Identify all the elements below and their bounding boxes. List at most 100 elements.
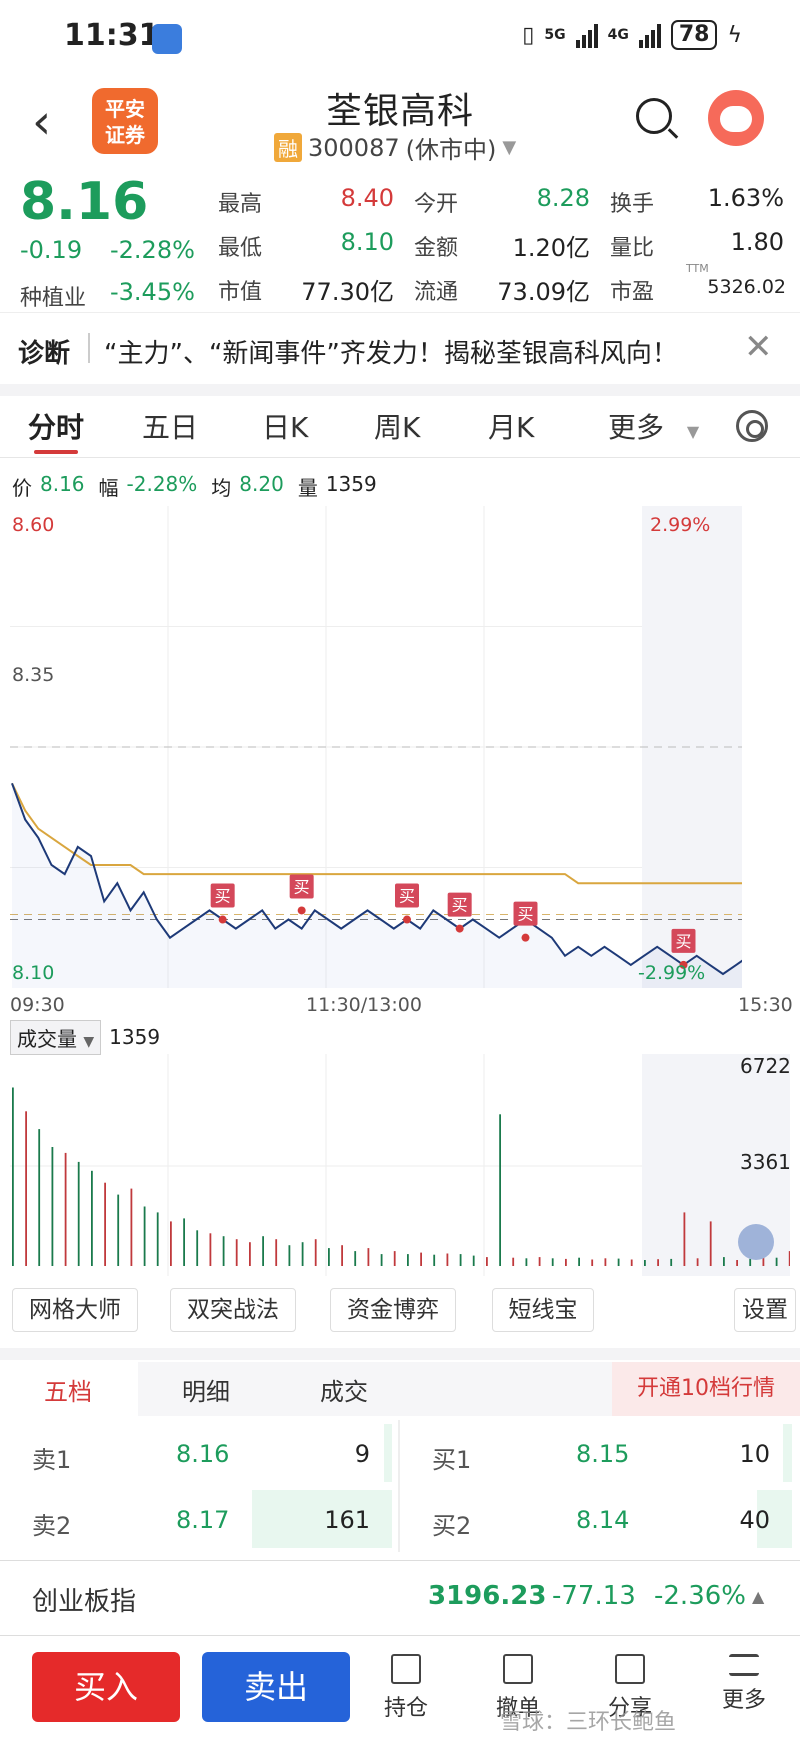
float-label: 流通 bbox=[414, 280, 459, 305]
volume-bar bbox=[156, 1212, 159, 1266]
volume-bar bbox=[709, 1221, 712, 1266]
sector-name[interactable]: 种植业 bbox=[20, 280, 86, 312]
current-price: 8.16 bbox=[20, 172, 149, 232]
volume-bar bbox=[459, 1254, 462, 1266]
y-label-bottom: 8.10 bbox=[12, 962, 55, 984]
volume-bar bbox=[51, 1147, 54, 1266]
more-button[interactable]: 更多 bbox=[704, 1654, 784, 1714]
tab-daily-k[interactable]: 日K bbox=[262, 406, 308, 446]
volume-bar bbox=[328, 1248, 330, 1266]
volume-bar bbox=[670, 1258, 673, 1266]
info-vol-label: 量 bbox=[297, 476, 318, 500]
tab-weekly-k[interactable]: 周K bbox=[374, 406, 420, 446]
volume-bar bbox=[723, 1257, 725, 1266]
tool-grid-master-button[interactable]: 网格大师 bbox=[12, 1288, 138, 1332]
cancel-order-icon bbox=[503, 1654, 533, 1684]
more-label: 更多 bbox=[721, 1688, 766, 1713]
buy-marker-dot bbox=[521, 933, 530, 942]
pe-value: 5326.02 bbox=[707, 276, 786, 298]
active-tab-indicator bbox=[34, 450, 78, 454]
gear-icon[interactable] bbox=[736, 410, 768, 442]
volume-bar bbox=[367, 1248, 370, 1266]
open-value: 8.28 bbox=[536, 184, 590, 212]
stock-code-line[interactable]: 融 300087 (休市中) ▼ bbox=[274, 130, 516, 165]
amount-value: 1.20亿 bbox=[512, 234, 590, 262]
tool-fund-game-button[interactable]: 资金博弈 bbox=[330, 1288, 456, 1332]
tool-short-line-button[interactable]: 短线宝 bbox=[492, 1288, 594, 1332]
sell2-label: 卖2 bbox=[32, 1512, 72, 1540]
expand-icon[interactable] bbox=[738, 1224, 774, 1260]
y-label-top: 8.60 bbox=[12, 514, 55, 536]
info-vol: 1359 bbox=[325, 472, 377, 496]
menu-icon bbox=[729, 1654, 759, 1676]
bottom-bar: 买入 卖出 持仓 撤单 分享 更多 雪球：三环长鲍鱼 bbox=[0, 1640, 800, 1738]
price-area bbox=[12, 783, 742, 988]
assistant-avatar-icon[interactable] bbox=[708, 90, 764, 146]
tab-monthly-k[interactable]: 月K bbox=[488, 406, 534, 446]
status-bar: 11:31 ▯ 5G 4G 78 ϟ bbox=[0, 0, 800, 80]
app-notification-icon bbox=[152, 24, 182, 54]
high-label: 最高 bbox=[218, 192, 263, 217]
buy2-label: 买2 bbox=[432, 1512, 472, 1540]
pe-ttm-superscript: TTM bbox=[686, 262, 709, 275]
index-bar[interactable]: 创业板指 3196.23 -77.13 -2.36% ▲ bbox=[0, 1560, 800, 1636]
tab-5day[interactable]: 五日 bbox=[142, 406, 198, 446]
volume-bar bbox=[696, 1258, 699, 1266]
avg-price-line bbox=[11, 782, 742, 885]
amount-label: 金额 bbox=[414, 236, 459, 261]
mktcap-value: 77.30亿 bbox=[301, 278, 394, 306]
info-avg-label: 均 bbox=[211, 476, 232, 500]
volume-bar bbox=[393, 1251, 396, 1266]
volume-bar bbox=[407, 1254, 409, 1266]
volume-bar bbox=[130, 1188, 133, 1266]
volume-bar bbox=[38, 1129, 41, 1266]
volume-chart[interactable]: 6722 3361 bbox=[10, 1054, 791, 1276]
intraday-price-chart[interactable]: 买买买买买买 8.60 8.35 8.10 2.99% -2.99% bbox=[10, 506, 742, 988]
orderbook-tabs: 五档 明细 成交 开通10档行情 bbox=[0, 1362, 800, 1416]
buy-marker-label: 买 bbox=[517, 905, 533, 924]
sell-button[interactable]: 卖出 bbox=[202, 1652, 350, 1722]
float-value: 73.09亿 bbox=[497, 278, 590, 306]
tab-more-label: 更多 bbox=[608, 411, 665, 444]
volume-bar bbox=[433, 1254, 436, 1266]
volume-bar bbox=[683, 1212, 686, 1266]
sector-pct: -3.45% bbox=[110, 278, 195, 306]
sell2-volume: 161 bbox=[324, 1506, 370, 1534]
open-10-levels-button[interactable]: 开通10档行情 bbox=[612, 1362, 800, 1416]
sell1-volume: 9 bbox=[354, 1440, 370, 1468]
sell1-label: 卖1 bbox=[32, 1446, 72, 1474]
positions-label: 持仓 bbox=[383, 1696, 428, 1721]
low-label: 最低 bbox=[218, 236, 263, 261]
tab-details[interactable]: 明细 bbox=[182, 1372, 230, 1407]
low-value: 8.10 bbox=[340, 228, 394, 256]
volume-bar bbox=[12, 1087, 14, 1266]
index-pct: -2.36% bbox=[654, 1581, 746, 1611]
tab-trades[interactable]: 成交 bbox=[320, 1372, 368, 1407]
tool-double-break-button[interactable]: 双突战法 bbox=[170, 1288, 296, 1332]
caret-down-icon: ▼ bbox=[502, 137, 517, 158]
tab-more[interactable]: 更多 ▼ bbox=[608, 406, 699, 446]
chart-tabs: 分时 五日 日K 周K 月K 更多 ▼ bbox=[0, 396, 800, 458]
buy1-label: 买1 bbox=[432, 1446, 472, 1474]
volume-bar bbox=[578, 1257, 580, 1266]
volume-bar bbox=[499, 1114, 501, 1266]
index-name: 创业板指 bbox=[32, 1587, 137, 1617]
volratio-value: 1.80 bbox=[730, 228, 784, 256]
buy-button[interactable]: 买入 bbox=[32, 1652, 180, 1722]
positions-button[interactable]: 持仓 bbox=[366, 1654, 446, 1722]
buy-marker-dot bbox=[455, 924, 464, 933]
volume-selector[interactable]: 成交量 ▼ bbox=[10, 1019, 102, 1055]
share-icon bbox=[615, 1654, 645, 1684]
battery-icon: 78 bbox=[670, 20, 718, 50]
tab-intraday[interactable]: 分时 bbox=[28, 406, 84, 446]
search-icon[interactable] bbox=[636, 98, 672, 134]
caret-up-icon: ▲ bbox=[752, 1587, 765, 1606]
tab-five-levels[interactable]: 五档 bbox=[44, 1372, 92, 1407]
diagnosis-banner[interactable]: 诊断 “主力”、“新闻事件”齐发力！揭秘荃银高科风向！ ✕ bbox=[0, 312, 800, 384]
tool-settings-button[interactable]: 设置 bbox=[734, 1288, 796, 1332]
volume-bar bbox=[275, 1239, 278, 1266]
volume-chart-svg bbox=[10, 1054, 791, 1276]
close-icon[interactable]: ✕ bbox=[744, 327, 773, 367]
status-indicators: ▯ 5G 4G 78 ϟ bbox=[522, 20, 742, 50]
volume-bar bbox=[262, 1236, 264, 1266]
